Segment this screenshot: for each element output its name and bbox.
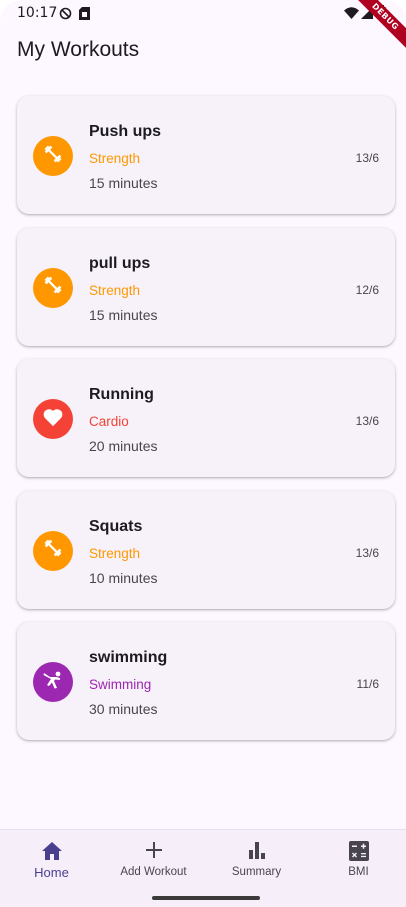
workout-card[interactable]: pull ups Strength 15 minutes 12/6 (17, 227, 395, 346)
nav-label-summary: Summary (231, 866, 282, 878)
workout-duration: 10 minutes (89, 569, 158, 586)
workout-category: Strength (89, 282, 141, 298)
home-indicator[interactable] (152, 896, 260, 900)
workout-name: Running (89, 386, 154, 403)
workout-duration: 15 minutes (89, 306, 158, 323)
workout-list: Push ups Strength 15 minutes 13/6 pull u… (17, 96, 395, 754)
plus-icon (145, 841, 163, 864)
workout-avatar (33, 267, 73, 308)
status-bar: 10:17 DEBUG (0, 0, 406, 54)
nav-item-summary[interactable]: Summary (206, 830, 307, 890)
fitness-center-icon (42, 143, 64, 170)
app-screen: 10:17 DEBUG My Workouts Push ups Strengt… (0, 0, 406, 907)
workout-avatar (33, 530, 73, 571)
workout-date: 13/6 (355, 414, 379, 428)
status-time: 10:17 (17, 5, 58, 21)
workout-name: Push ups (89, 123, 162, 140)
nav-item-add-workout[interactable]: Add Workout (103, 830, 204, 890)
home-icon (41, 841, 63, 866)
sim-card-icon (79, 7, 90, 25)
workout-avatar (33, 662, 73, 702)
page-title: My Workouts (17, 38, 140, 61)
workout-card[interactable]: Squats Strength 10 minutes 13/6 (17, 490, 395, 609)
nav-label-home: Home (34, 865, 69, 880)
workout-category: Cardio (89, 414, 129, 429)
workout-duration: 30 minutes (89, 701, 158, 717)
workout-duration: 15 minutes (89, 175, 158, 191)
workout-category: Strength (89, 545, 141, 561)
workout-duration: 20 minutes (89, 438, 158, 454)
fitness-center-icon (42, 537, 64, 564)
nav-item-home[interactable]: Home (1, 830, 102, 890)
calculator-icon (348, 841, 369, 866)
workout-avatar (33, 136, 73, 176)
vpn-shield-icon (59, 7, 72, 25)
workout-card[interactable]: Running Cardio 20 minutes 13/6 (17, 359, 395, 477)
workout-category: Swimming (89, 677, 152, 692)
nav-item-bmi[interactable]: BMI (308, 830, 406, 890)
bar-chart-icon (248, 841, 266, 864)
workout-date: 11/6 (356, 677, 379, 691)
wifi-icon (344, 6, 359, 24)
workout-date: 13/6 (355, 151, 379, 165)
workout-date: 13/6 (355, 545, 379, 560)
nav-label-add-workout: Add Workout (120, 866, 187, 878)
workout-card[interactable]: Push ups Strength 15 minutes 13/6 (17, 96, 395, 214)
workout-avatar (33, 399, 73, 439)
fitness-center-icon (42, 274, 64, 301)
heart-icon (42, 407, 64, 432)
workout-name: Squats (89, 517, 143, 535)
workout-card[interactable]: swimming Swimming 30 minutes 11/6 (17, 622, 395, 740)
nav-label-bmi: BMI (348, 866, 369, 878)
workout-name: pull ups (89, 254, 151, 272)
workout-date: 12/6 (355, 282, 379, 297)
swimmer-icon (41, 668, 65, 697)
workout-category: Strength (89, 151, 141, 166)
workout-name: swimming (89, 649, 168, 666)
